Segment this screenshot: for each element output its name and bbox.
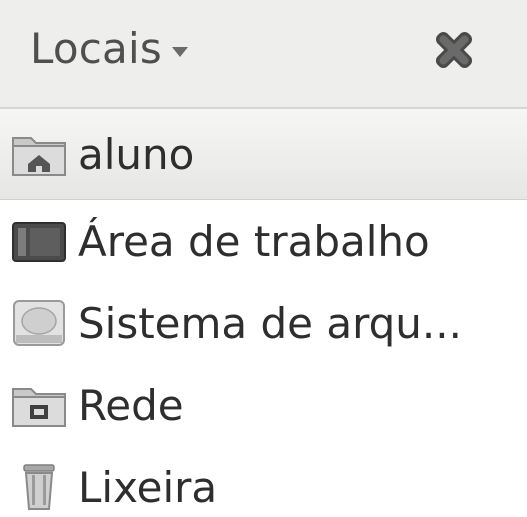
place-item-aluno[interactable]: aluno	[0, 108, 527, 200]
place-item-label: Rede	[78, 380, 184, 430]
network-folder-icon	[8, 379, 70, 431]
sidebar-header: Locais	[0, 0, 527, 108]
place-item-label: Lixeira	[78, 462, 218, 512]
chevron-down-icon	[171, 47, 188, 57]
desktop-icon	[8, 215, 70, 267]
place-item-label: Sistema de arqu...	[78, 298, 462, 348]
place-item-label: Área de trabalho	[78, 216, 430, 266]
places-dropdown[interactable]: Locais	[30, 18, 188, 78]
trash-icon	[8, 461, 70, 513]
hard-drive-icon	[8, 297, 70, 349]
place-item-label: aluno	[78, 129, 195, 179]
close-button[interactable]	[426, 22, 482, 78]
place-item-filesystem[interactable]: Sistema de arqu...	[0, 282, 527, 364]
places-sidebar: Locais aluno Área de trabalho Sistema de…	[0, 0, 527, 517]
close-icon	[435, 31, 473, 69]
places-list: aluno Área de trabalho Sistema de arqu..…	[0, 108, 527, 517]
home-folder-icon	[8, 128, 70, 180]
place-item-trash[interactable]: Lixeira	[0, 446, 527, 517]
place-item-desktop[interactable]: Área de trabalho	[0, 200, 527, 282]
sidebar-title: Locais	[30, 23, 162, 73]
place-item-network[interactable]: Rede	[0, 364, 527, 446]
